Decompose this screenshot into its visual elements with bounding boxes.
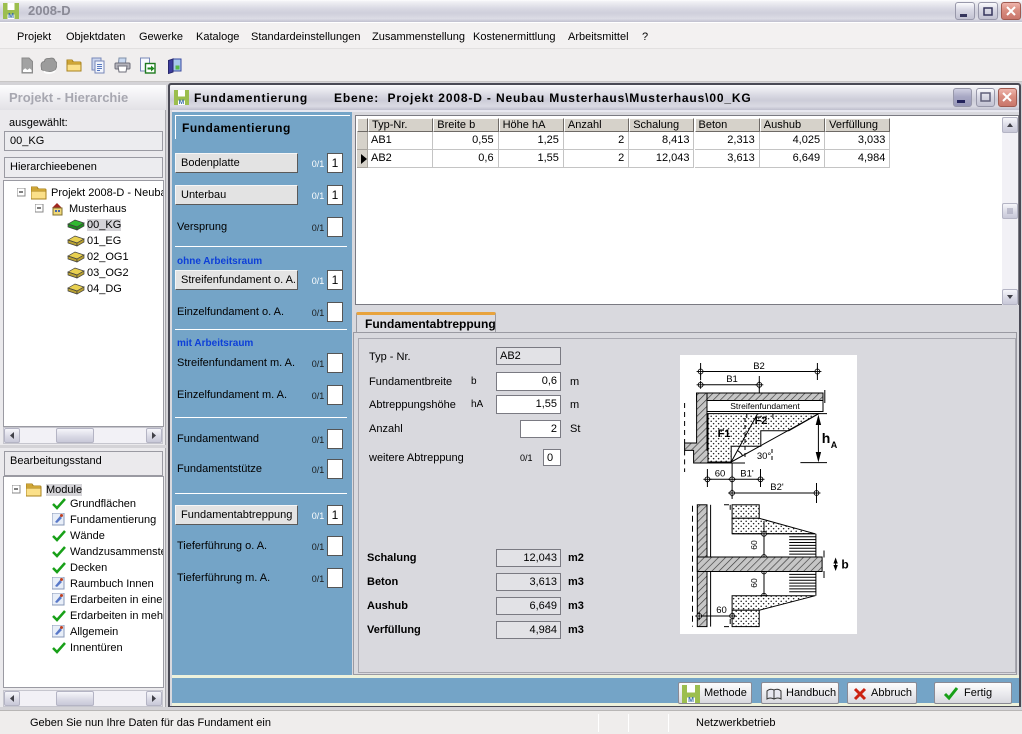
svg-text:M: M: [8, 13, 14, 19]
svg-text:A: A: [831, 440, 838, 450]
svg-text:F2: F2: [755, 415, 768, 427]
svg-text:b: b: [841, 558, 848, 572]
svg-text:30°: 30°: [757, 451, 772, 462]
svg-text:B2': B2': [770, 482, 784, 493]
svg-text:B2: B2: [753, 361, 765, 372]
svg-text:B1: B1: [726, 374, 738, 385]
svg-text:M: M: [688, 697, 694, 703]
svg-text:60: 60: [715, 469, 726, 480]
svg-text:B1': B1': [740, 469, 754, 480]
svg-text:60: 60: [749, 540, 759, 550]
svg-text:60: 60: [749, 578, 759, 588]
svg-text:M: M: [179, 99, 184, 105]
svg-text:Streifenfundament: Streifenfundament: [730, 401, 800, 411]
svg-text:h: h: [822, 430, 831, 446]
svg-text:60: 60: [716, 605, 727, 616]
svg-text:F1: F1: [718, 428, 731, 440]
